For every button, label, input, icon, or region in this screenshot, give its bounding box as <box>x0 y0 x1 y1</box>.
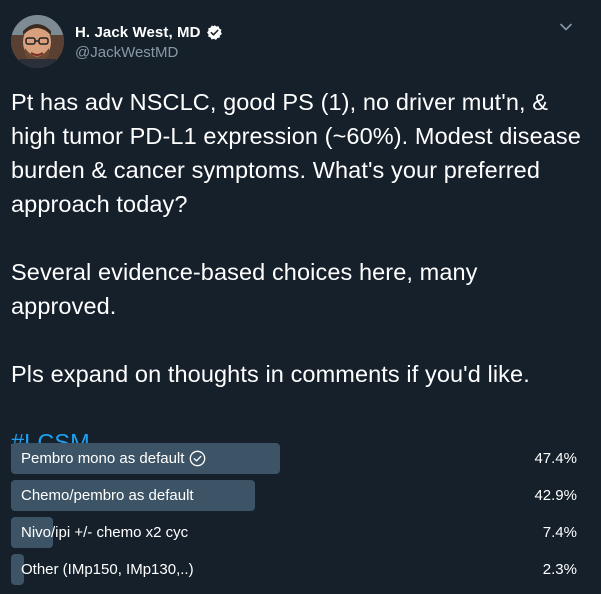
author-name-row: H. Jack West, MD <box>75 22 223 42</box>
avatar-image <box>11 15 64 68</box>
poll: Pembro mono as default 47.4% Chemo/pembr… <box>11 443 581 591</box>
poll-option-label-wrap: Other (IMp150, IMp130,..) <box>21 554 194 585</box>
avatar[interactable] <box>11 15 64 68</box>
poll-option-label: Nivo/ipi +/- chemo x2 cyc <box>21 524 189 541</box>
tweet-header: H. Jack West, MD @JackWestMD <box>11 15 591 71</box>
poll-option: Chemo/pembro as default 42.9% <box>11 480 581 511</box>
tweet-paragraph: Several evidence-based choices here, man… <box>11 259 478 319</box>
verified-badge-icon <box>206 24 222 40</box>
poll-option: Nivo/ipi +/- chemo x2 cyc 7.4% <box>11 517 581 548</box>
poll-option: Other (IMp150, IMp130,..) 2.3% <box>11 554 581 585</box>
tweet-paragraph: Pls expand on thoughts in comments if yo… <box>11 361 530 387</box>
poll-option-label-wrap: Nivo/ipi +/- chemo x2 cyc <box>21 517 188 548</box>
poll-option-percent: 42.9% <box>534 487 577 504</box>
poll-option-label: Pembro mono as default <box>21 450 185 467</box>
author-name[interactable]: H. Jack West, MD <box>75 24 201 41</box>
tweet-paragraph: Pt has adv NSCLC, good PS (1), no driver… <box>11 89 581 217</box>
poll-option-label-wrap: Pembro mono as default <box>21 443 206 474</box>
tweet-text: Pt has adv NSCLC, good PS (1), no driver… <box>11 85 581 459</box>
poll-option-percent: 47.4% <box>534 450 577 467</box>
check-circle-icon <box>190 450 206 467</box>
author-handle[interactable]: @JackWestMD <box>75 44 223 61</box>
poll-option-label-wrap: Chemo/pembro as default <box>21 480 194 511</box>
poll-option: Pembro mono as default 47.4% <box>11 443 581 474</box>
poll-option-label: Chemo/pembro as default <box>21 487 194 504</box>
chevron-down-icon[interactable] <box>559 20 573 34</box>
tweet: H. Jack West, MD @JackWestMD Pt has adv … <box>0 0 601 594</box>
poll-option-percent: 2.3% <box>542 561 577 578</box>
poll-option-label: Other (IMp150, IMp130,..) <box>21 561 194 578</box>
author-info: H. Jack West, MD @JackWestMD <box>75 22 223 61</box>
poll-option-percent: 7.4% <box>542 524 577 541</box>
